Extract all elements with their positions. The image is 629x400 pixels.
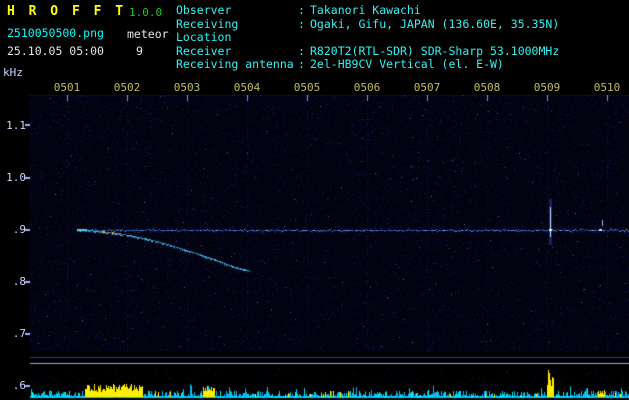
info-label: Receiving Location [176, 16, 239, 44]
time-tick-label: 0509 [533, 81, 561, 94]
freq-tick-label: .8 [12, 275, 26, 288]
info-row-observer: Observer: Takanori Kawachi [176, 3, 559, 18]
time-tick-label: 0510 [593, 81, 621, 94]
app-version: 1.0.0 [129, 6, 163, 19]
time-tick-label: 0501 [53, 81, 81, 94]
info-label: Receiving antenna [176, 57, 294, 71]
info-value: Takanori Kawachi [310, 3, 421, 17]
time-tick-label: 0504 [233, 81, 261, 94]
hrofft-app: H R O F F T 1.0.0 2510050500.png meteor … [0, 0, 629, 400]
info-colon: : [298, 16, 305, 31]
time-tick-label: 0508 [473, 81, 501, 94]
station-info: Observer: Takanori Kawachi Receiving Loca… [176, 3, 560, 72]
time-tick-label: 0503 [173, 81, 201, 94]
time-tick-label: 0502 [113, 81, 141, 94]
output-filename: 2510050500.png [7, 26, 104, 40]
info-value: R820T2(RTL-SDR) SDR-Sharp 53.1000MHz [310, 43, 560, 58]
info-value: Ogaki, Gifu, JAPAN (136.60E, 35.35N) [310, 16, 560, 31]
time-tick-label: 0505 [293, 81, 321, 94]
info-label: Receiver [176, 43, 232, 58]
freq-tick-label: .9 [12, 223, 26, 236]
info-colon: : [298, 57, 305, 71]
info-colon: : [298, 3, 305, 17]
info-value: 2el-HB9CV Vertical (el. E-W) [310, 57, 504, 71]
info-row-receiver: Receiver: R820T2(RTL-SDR) SDR-Sharp 53.10… [176, 43, 560, 59]
mode-label: meteor [127, 27, 169, 41]
info-row-antenna: Receiving antenna:2el-HB9CV Vertical (el… [176, 57, 559, 72]
freq-tick-label: 1.0 [6, 171, 26, 184]
time-tick-label: 0506 [353, 81, 381, 94]
frequency-axis-unit: kHz [3, 66, 23, 79]
app-title: H R O F F T [7, 4, 127, 19]
echo-count: 9 [136, 44, 143, 58]
freq-tick-label: .6 [12, 379, 26, 392]
info-row-location: Receiving Location: Ogaki, Gifu, JAPAN (1… [176, 16, 560, 45]
time-tick-label: 0507 [413, 81, 441, 94]
freq-tick-label: .7 [12, 327, 26, 340]
freq-tick-label: 1.1 [6, 119, 26, 132]
info-label: Observer [176, 3, 232, 17]
datetime-label: 25.10.05 05:00 [7, 44, 104, 58]
info-colon: : [298, 43, 305, 58]
